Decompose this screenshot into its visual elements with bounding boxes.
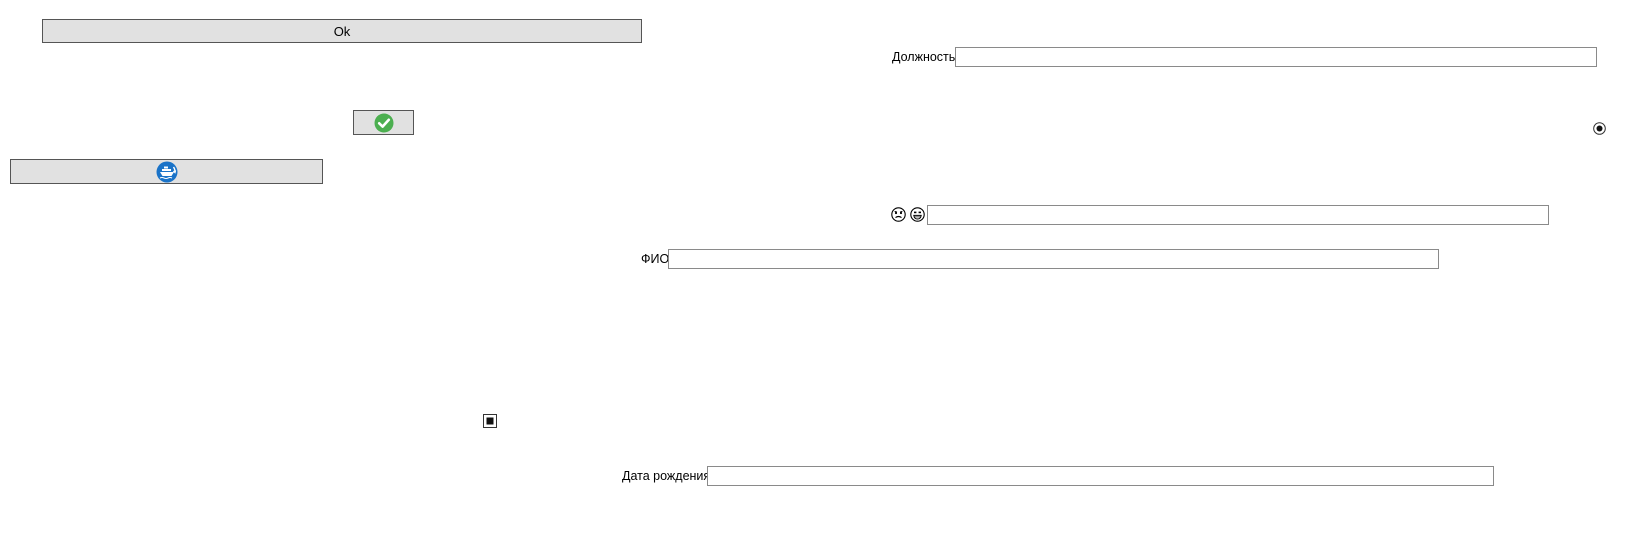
ship-button[interactable] — [10, 159, 323, 184]
ok-button[interactable]: Ok — [42, 19, 642, 43]
ok-button-label: Ok — [333, 23, 351, 39]
confirm-button[interactable] — [353, 110, 414, 135]
radio-checked-icon — [1593, 122, 1606, 135]
happy-face-icon — [910, 207, 925, 222]
fio-field[interactable] — [668, 249, 1439, 269]
checkbox-checked-icon — [483, 414, 497, 428]
emoji-field[interactable] — [927, 205, 1549, 225]
birth-date-field[interactable] — [707, 466, 1494, 486]
radio-button[interactable] — [1593, 122, 1606, 135]
fio-label: ФИО — [641, 252, 670, 266]
position-label: Должность — [892, 50, 956, 64]
checkbox[interactable] — [483, 414, 497, 428]
check-circle-icon — [374, 113, 394, 133]
position-field[interactable] — [955, 47, 1597, 67]
ship-refresh-icon — [156, 161, 178, 183]
sad-face-icon — [891, 207, 906, 222]
birth-date-label: Дата рождения — [622, 469, 711, 483]
